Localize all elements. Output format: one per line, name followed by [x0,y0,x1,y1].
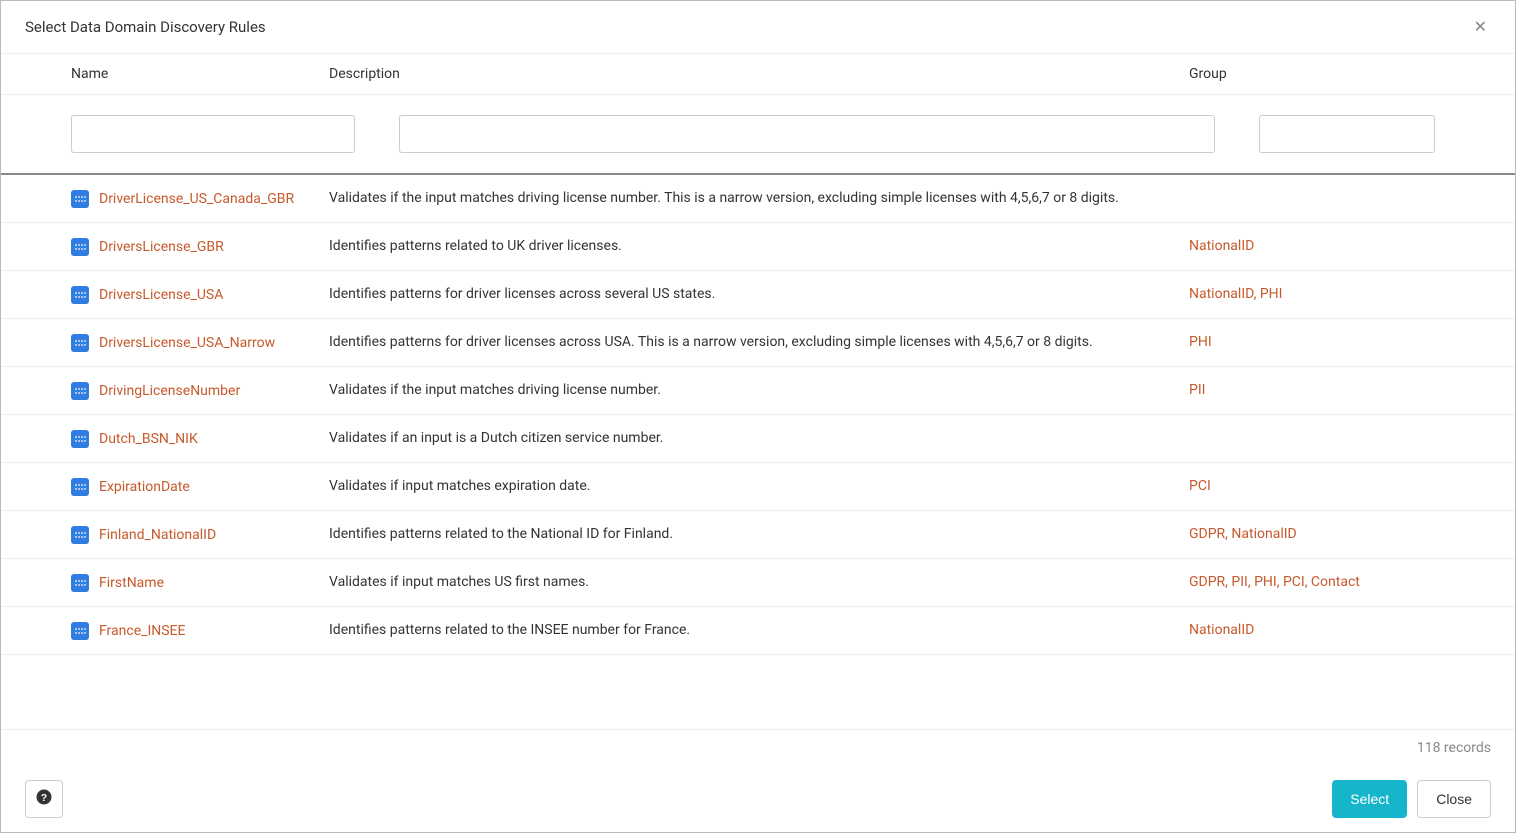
modal-header: Select Data Domain Discovery Rules ✕ [1,1,1515,54]
rule-icon [71,334,89,352]
select-button[interactable]: Select [1332,780,1407,818]
rule-name-link[interactable]: DriverLicense_US_Canada_GBR [99,191,294,207]
group-cell[interactable]: NationalID [1189,236,1429,257]
description-cell: Identifies patterns related to the INSEE… [329,620,1189,641]
svg-text:?: ? [41,792,47,804]
description-cell: Validates if input matches US first name… [329,572,1189,593]
filter-group-input[interactable] [1259,115,1435,153]
close-button[interactable]: Close [1417,780,1491,818]
description-cell: Validates if input matches expiration da… [329,476,1189,497]
rule-icon [71,430,89,448]
column-header-group[interactable]: Group [1189,66,1449,82]
filter-name-input[interactable] [71,115,355,153]
rule-name-link[interactable]: DriversLicense_USA_Narrow [99,335,275,351]
rule-name-link[interactable]: DriversLicense_USA [99,287,223,303]
name-cell: DriversLicense_USA [1,286,329,304]
group-cell[interactable]: NationalID, PHI [1189,284,1429,305]
column-header-description[interactable]: Description [329,66,1189,82]
table-header-row: Name Description Group [1,54,1515,95]
name-cell: Finland_NationalID [1,526,329,544]
description-cell: Identifies patterns for driver licenses … [329,332,1189,353]
column-header-name[interactable]: Name [1,66,329,82]
rule-name-link[interactable]: DrivingLicenseNumber [99,383,240,399]
table-row[interactable]: Dutch_BSN_NIK Validates if an input is a … [1,415,1515,463]
rule-icon [71,190,89,208]
rule-icon [71,622,89,640]
rule-icon [71,526,89,544]
description-cell: Identifies patterns related to the Natio… [329,524,1189,545]
group-cell[interactable]: NationalID [1189,620,1429,641]
table-row[interactable]: DriversLicense_USA Identifies patterns fo… [1,271,1515,319]
description-cell: Validates if the input matches driving l… [329,188,1189,209]
name-cell: FirstName [1,574,329,592]
footer-buttons: Select Close [1332,780,1491,818]
filter-description-input[interactable] [399,115,1215,153]
group-cell[interactable]: PII [1189,380,1429,401]
table-row[interactable]: DrivingLicenseNumber Validates if the inp… [1,367,1515,415]
table-row[interactable]: DriversLicense_USA_Narrow Identifies patt… [1,319,1515,367]
name-cell: France_INSEE [1,622,329,640]
description-cell: Identifies patterns related to UK driver… [329,236,1189,257]
modal-dialog: Select Data Domain Discovery Rules ✕ Nam… [0,0,1516,833]
table-row[interactable]: FirstName Validates if input matches US f… [1,559,1515,607]
help-button[interactable]: ? [25,780,63,818]
group-cell[interactable]: PCI [1189,476,1429,497]
rule-name-link[interactable]: Finland_NationalID [99,527,216,543]
close-icon[interactable]: ✕ [1470,15,1491,39]
rule-name-link[interactable]: Dutch_BSN_NIK [99,431,198,447]
table-row[interactable]: ExpirationDate Validates if input matches… [1,463,1515,511]
name-cell: Dutch_BSN_NIK [1,430,329,448]
help-icon: ? [35,788,53,810]
records-count: 118 records [1,729,1515,766]
description-cell: Validates if the input matches driving l… [329,380,1189,401]
group-cell[interactable]: GDPR, PII, PHI, PCI, Contact [1189,572,1429,593]
name-cell: DrivingLicenseNumber [1,382,329,400]
rule-name-link[interactable]: FirstName [99,575,164,591]
modal-title: Select Data Domain Discovery Rules [25,18,266,36]
rule-icon [71,238,89,256]
group-cell[interactable]: GDPR, NationalID [1189,524,1429,545]
name-cell: DriversLicense_GBR [1,238,329,256]
rule-name-link[interactable]: France_INSEE [99,623,185,639]
filter-row [1,95,1515,175]
name-cell: ExpirationDate [1,478,329,496]
description-cell: Identifies patterns for driver licenses … [329,284,1189,305]
table-row[interactable]: France_INSEE Identifies patterns related … [1,607,1515,655]
table-body[interactable]: DriverLicense_US_Canada_GBR Validates if … [1,175,1515,729]
rule-icon [71,382,89,400]
table-row[interactable]: DriverLicense_US_Canada_GBR Validates if … [1,175,1515,223]
table-row[interactable]: DriversLicense_GBR Identifies patterns re… [1,223,1515,271]
name-cell: DriversLicense_USA_Narrow [1,334,329,352]
rule-name-link[interactable]: DriversLicense_GBR [99,239,224,255]
description-cell: Validates if an input is a Dutch citizen… [329,428,1189,449]
rule-icon [71,286,89,304]
rule-name-link[interactable]: ExpirationDate [99,479,190,495]
group-cell[interactable]: PHI [1189,332,1429,353]
rule-icon [71,574,89,592]
modal-footer: ? Select Close [1,766,1515,832]
name-cell: DriverLicense_US_Canada_GBR [1,190,329,208]
table-row[interactable]: Finland_NationalID Identifies patterns re… [1,511,1515,559]
rule-icon [71,478,89,496]
